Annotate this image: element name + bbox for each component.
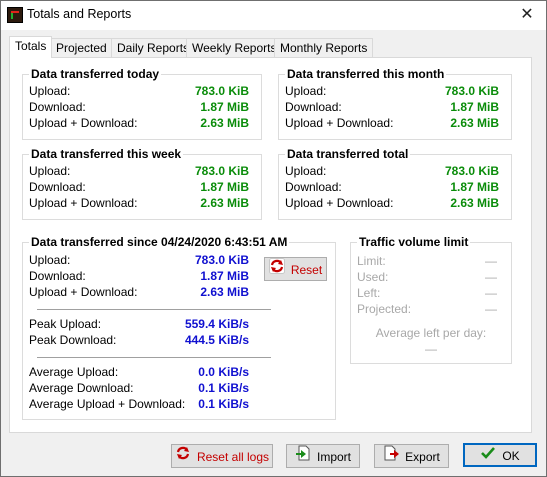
- ok-button[interactable]: OK: [463, 443, 537, 467]
- group-total-title: Data transferred total: [285, 147, 411, 161]
- separator: [37, 309, 271, 310]
- group-week: Data transferred this week Upload: Downl…: [22, 147, 262, 220]
- group-since: Data transferred since 04/24/2020 6:43:5…: [22, 235, 336, 420]
- limit-label: Limit:: [357, 254, 386, 268]
- tab-monthly-reports[interactable]: Monthly Reports: [274, 38, 374, 58]
- week-both-value: 2.63 MiB: [200, 196, 249, 210]
- both-label: Upload + Download:: [29, 196, 138, 210]
- group-total: Data transferred total Upload: Download:…: [278, 147, 512, 220]
- totals-panel: Data transferred today Upload: Download:…: [9, 57, 532, 433]
- both-label: Upload + Download:: [285, 196, 394, 210]
- total-upload-value: 783.0 KiB: [444, 164, 499, 178]
- left-value: —: [485, 286, 497, 300]
- left-label: Left:: [357, 286, 381, 300]
- upload-label: Upload:: [29, 164, 71, 178]
- both-label: Upload + Download:: [29, 285, 138, 299]
- group-month-title: Data transferred this month: [285, 67, 447, 81]
- peak-download-value: 444.5 KiB/s: [184, 333, 249, 347]
- average-both-value: 0.1 KiB/s: [198, 397, 249, 411]
- used-label: Used:: [357, 270, 389, 284]
- close-button[interactable]: ✕: [508, 1, 546, 30]
- import-label: Import: [316, 449, 351, 464]
- reset-all-logs-button[interactable]: Reset all logs: [171, 444, 273, 468]
- group-traffic-limit-title: Traffic volume limit: [357, 235, 471, 249]
- reset-icon: [175, 445, 191, 468]
- average-download-label: Average Download:: [29, 381, 134, 395]
- tab-weekly-reports[interactable]: Weekly Reports: [186, 38, 283, 58]
- export-button[interactable]: Export: [374, 444, 449, 468]
- peak-upload-label: Peak Upload:: [29, 317, 102, 331]
- reset-icon: [268, 258, 285, 281]
- month-upload-value: 783.0 KiB: [444, 84, 499, 98]
- group-today-title: Data transferred today: [29, 67, 162, 81]
- average-upload-label: Average Upload:: [29, 365, 119, 379]
- since-upload-value: 783.0 KiB: [194, 253, 249, 267]
- projected-value: —: [485, 302, 497, 316]
- both-label: Upload + Download:: [285, 116, 394, 130]
- group-traffic-limit: Traffic volume limit Limit: Used: Left: …: [350, 235, 512, 364]
- export-label: Export: [405, 449, 440, 464]
- total-both-value: 2.63 MiB: [450, 196, 499, 210]
- export-icon: [383, 445, 400, 468]
- group-month: Data transferred this month Upload: Down…: [278, 67, 512, 140]
- tab-daily-reports[interactable]: Daily Reports: [111, 38, 196, 58]
- today-both-value: 2.63 MiB: [200, 116, 249, 130]
- group-since-title: Data transferred since 04/24/2020 6:43:5…: [29, 235, 290, 249]
- total-download-value: 1.87 MiB: [450, 180, 499, 194]
- checkmark-icon: [480, 446, 496, 466]
- upload-label: Upload:: [29, 84, 71, 98]
- reset-all-logs-label: Reset all logs: [196, 449, 270, 464]
- window-title: Totals and Reports: [27, 7, 132, 21]
- since-both-value: 2.63 MiB: [200, 285, 249, 299]
- ok-label: OK: [502, 448, 520, 463]
- week-download-value: 1.87 MiB: [200, 180, 249, 194]
- reset-label: Reset: [290, 262, 323, 277]
- average-left-per-day-label: Average left per day:: [375, 326, 487, 340]
- import-button[interactable]: Import: [286, 444, 360, 468]
- average-upload-value: 0.0 KiB/s: [198, 365, 249, 379]
- import-icon: [295, 445, 311, 468]
- group-week-title: Data transferred this week: [29, 147, 184, 161]
- separator: [37, 357, 271, 358]
- used-value: —: [485, 270, 497, 284]
- title-bar: Totals and Reports ✕: [1, 1, 546, 30]
- upload-label: Upload:: [29, 253, 71, 267]
- average-left-per-day-value: —: [425, 342, 437, 356]
- totals-and-reports-window: Totals and Reports ✕ Totals Projected Da…: [0, 0, 547, 477]
- projected-label: Projected:: [357, 302, 412, 316]
- tab-totals[interactable]: Totals: [9, 36, 53, 58]
- download-label: Download:: [29, 269, 86, 283]
- month-both-value: 2.63 MiB: [450, 116, 499, 130]
- month-download-value: 1.87 MiB: [450, 100, 499, 114]
- upload-label: Upload:: [285, 164, 327, 178]
- download-label: Download:: [285, 100, 342, 114]
- today-upload-value: 783.0 KiB: [194, 84, 249, 98]
- app-icon: [7, 7, 23, 23]
- since-download-value: 1.87 MiB: [200, 269, 249, 283]
- week-upload-value: 783.0 KiB: [194, 164, 249, 178]
- group-today: Data transferred today Upload: Download:…: [22, 67, 262, 140]
- average-download-value: 0.1 KiB/s: [198, 381, 249, 395]
- download-label: Download:: [285, 180, 342, 194]
- download-label: Download:: [29, 100, 86, 114]
- both-label: Upload + Download:: [29, 116, 138, 130]
- peak-upload-value: 559.4 KiB/s: [184, 317, 249, 331]
- upload-label: Upload:: [285, 84, 327, 98]
- today-download-value: 1.87 MiB: [200, 100, 249, 114]
- download-label: Download:: [29, 180, 86, 194]
- tab-projected[interactable]: Projected: [50, 38, 113, 58]
- limit-value: —: [485, 254, 497, 268]
- reset-button[interactable]: Reset: [264, 257, 327, 281]
- peak-download-label: Peak Download:: [29, 333, 117, 347]
